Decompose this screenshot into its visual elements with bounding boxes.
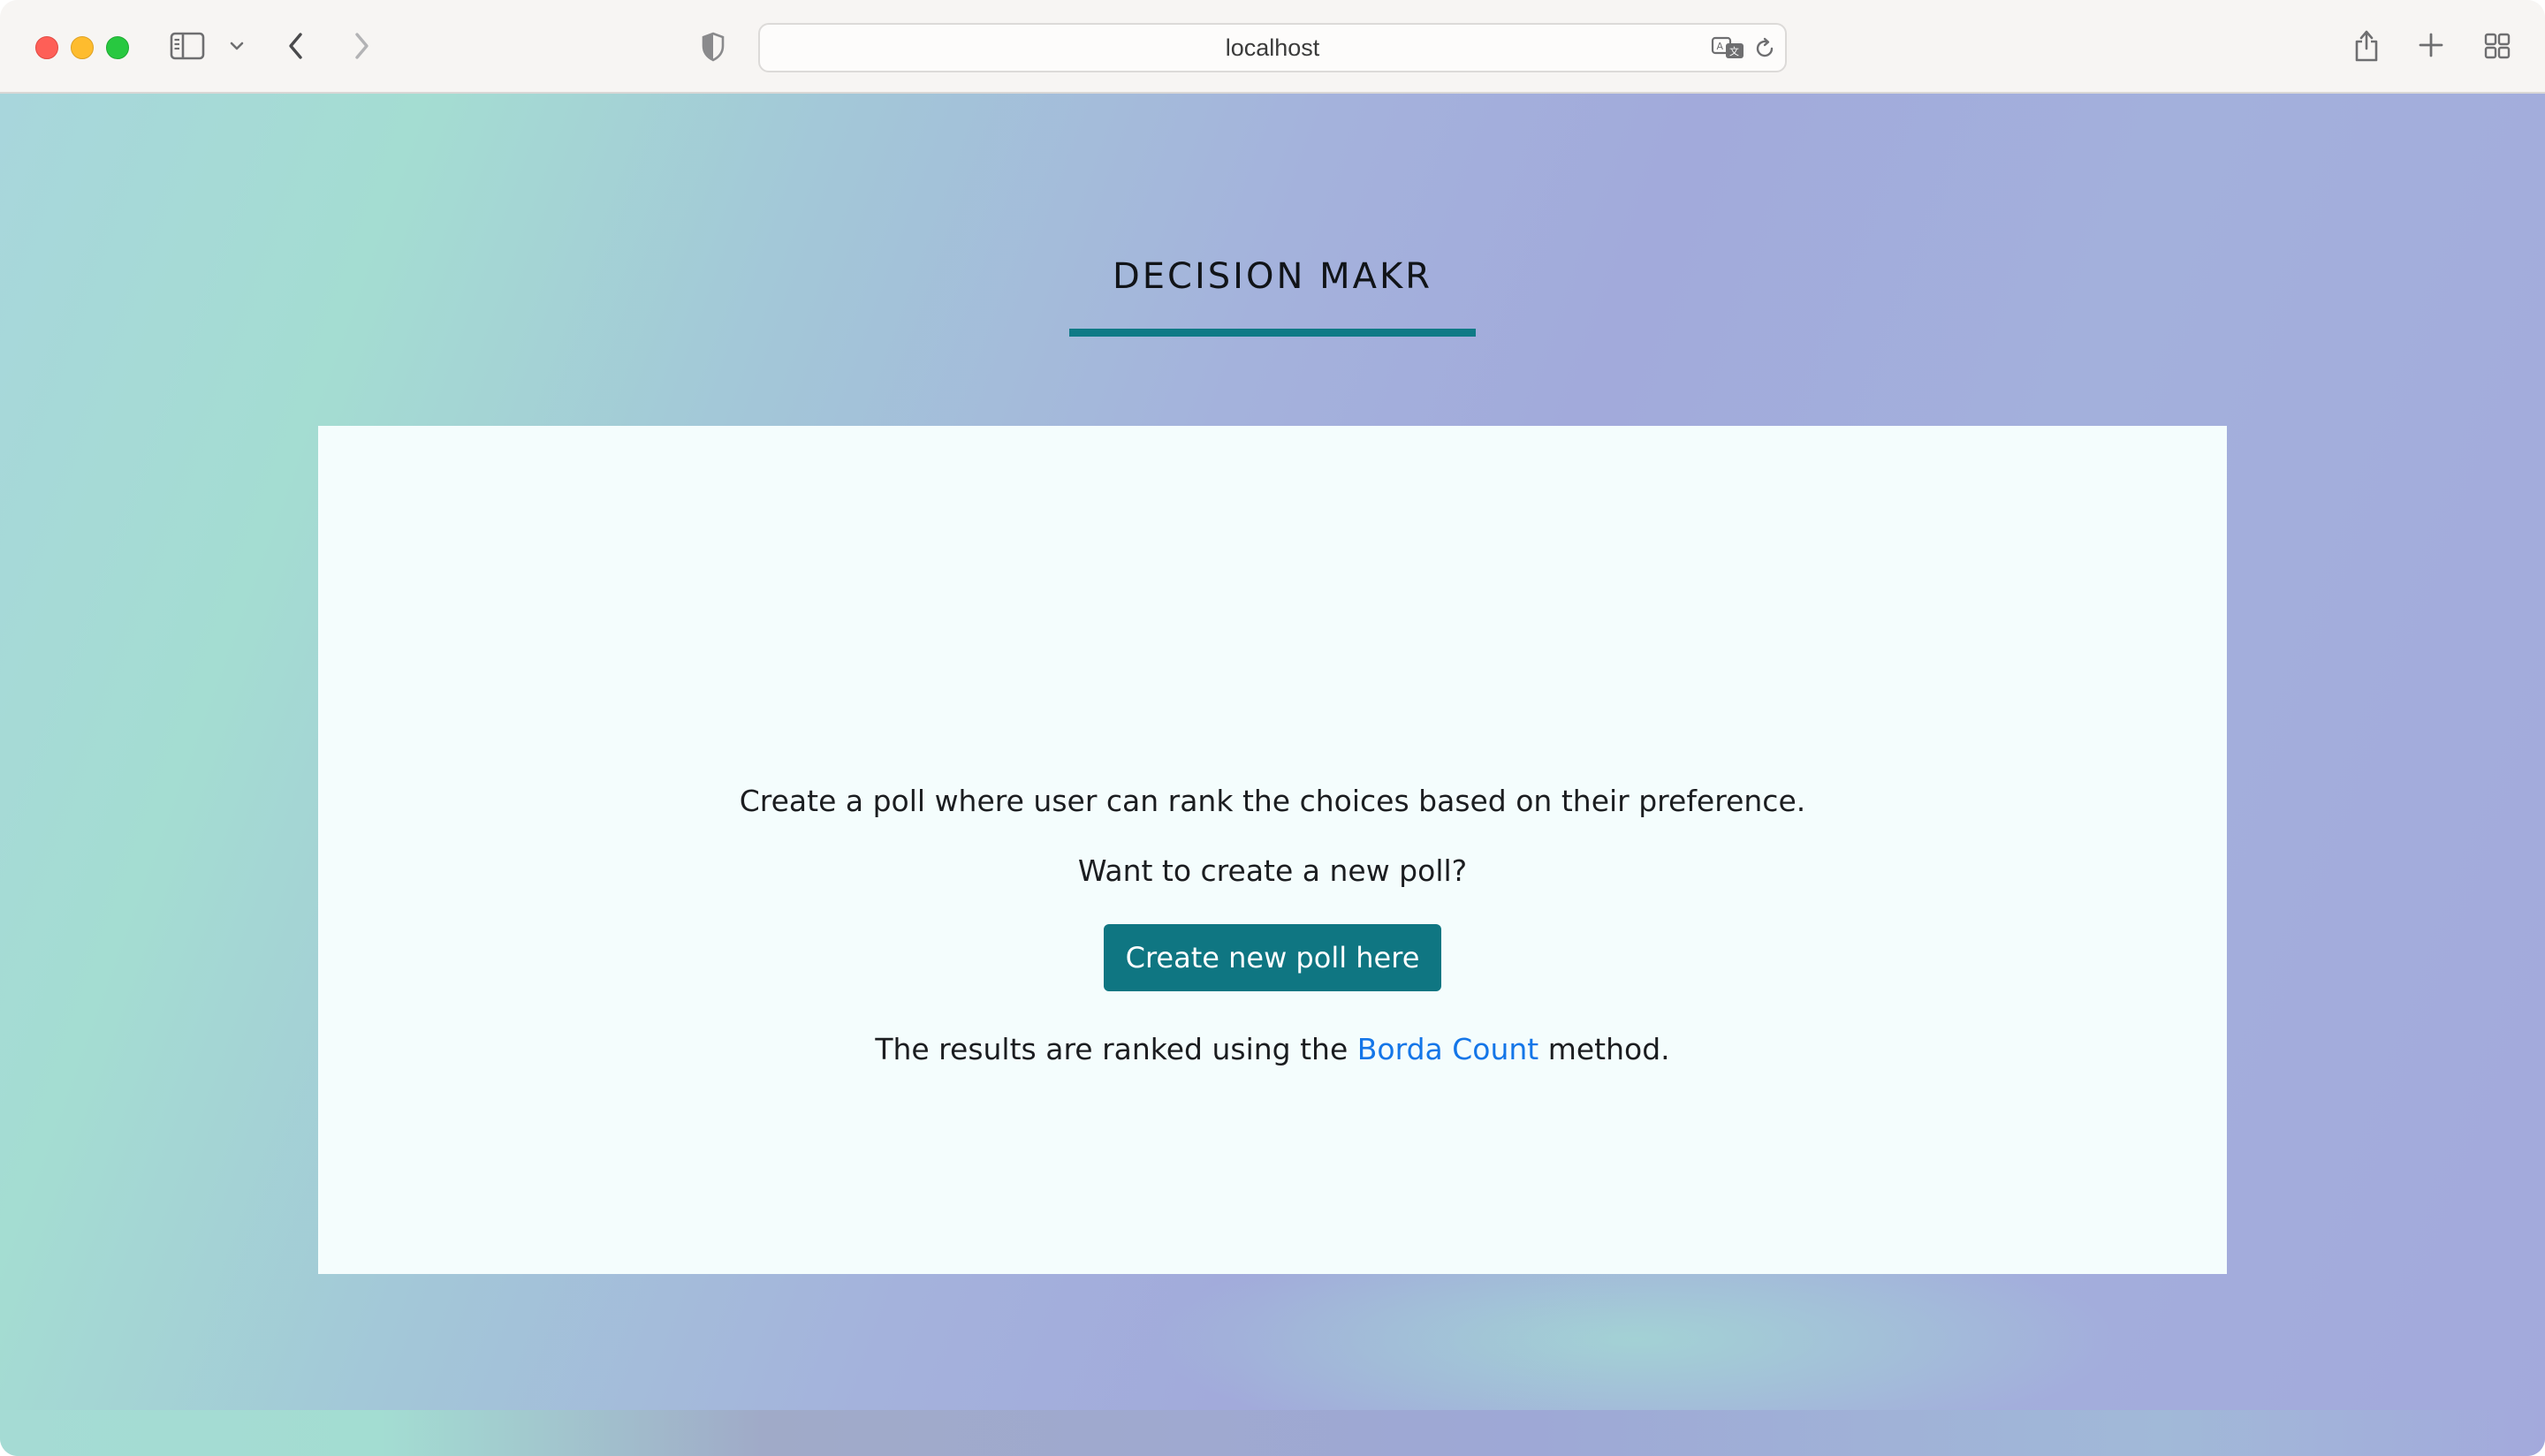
grid-icon[interactable] (2483, 32, 2511, 60)
prompt-text: Want to create a new poll? (1077, 853, 1468, 888)
close-window-button[interactable] (35, 36, 58, 59)
create-poll-button[interactable]: Create new poll here (1104, 924, 1441, 991)
browser-window: localhost A 文 DECISION MAKR Create a pol… (0, 0, 2545, 1456)
chevron-down-icon[interactable] (228, 39, 246, 53)
address-bar[interactable]: localhost A 文 (758, 23, 1787, 72)
borda-count-link[interactable]: Borda Count (1357, 1032, 1538, 1066)
intro-card: Create a poll where user can rank the ch… (318, 426, 2227, 1274)
forward-arrow-icon[interactable] (348, 30, 375, 62)
translate-icon[interactable]: A 文 (1711, 34, 1746, 62)
sidebar-icon[interactable] (170, 30, 205, 62)
minimize-window-button[interactable] (71, 36, 94, 59)
zoom-window-button[interactable] (106, 36, 129, 59)
title-underline (1069, 329, 1476, 337)
site-title: DECISION MAKR (1112, 256, 1432, 297)
description-text: Create a poll where user can rank the ch… (739, 784, 1806, 818)
url-text: localhost (1225, 34, 1320, 61)
results-note-suffix: method. (1547, 1032, 1670, 1066)
share-icon[interactable] (2352, 27, 2381, 64)
results-note-prefix: The results are ranked using the (875, 1032, 1348, 1066)
results-note: The results are ranked using the Borda C… (318, 1032, 2227, 1066)
svg-text:文: 文 (1729, 45, 1739, 57)
page-viewport: DECISION MAKR Create a poll where user c… (0, 94, 2545, 1456)
reload-icon[interactable] (1751, 35, 1778, 62)
shield-icon[interactable] (700, 30, 726, 64)
back-arrow-icon[interactable] (283, 30, 309, 62)
svg-text:A: A (1717, 41, 1724, 52)
plus-icon[interactable] (2418, 32, 2444, 58)
browser-toolbar: localhost A 文 (0, 0, 2545, 94)
page-bottom-band (0, 1410, 2545, 1456)
